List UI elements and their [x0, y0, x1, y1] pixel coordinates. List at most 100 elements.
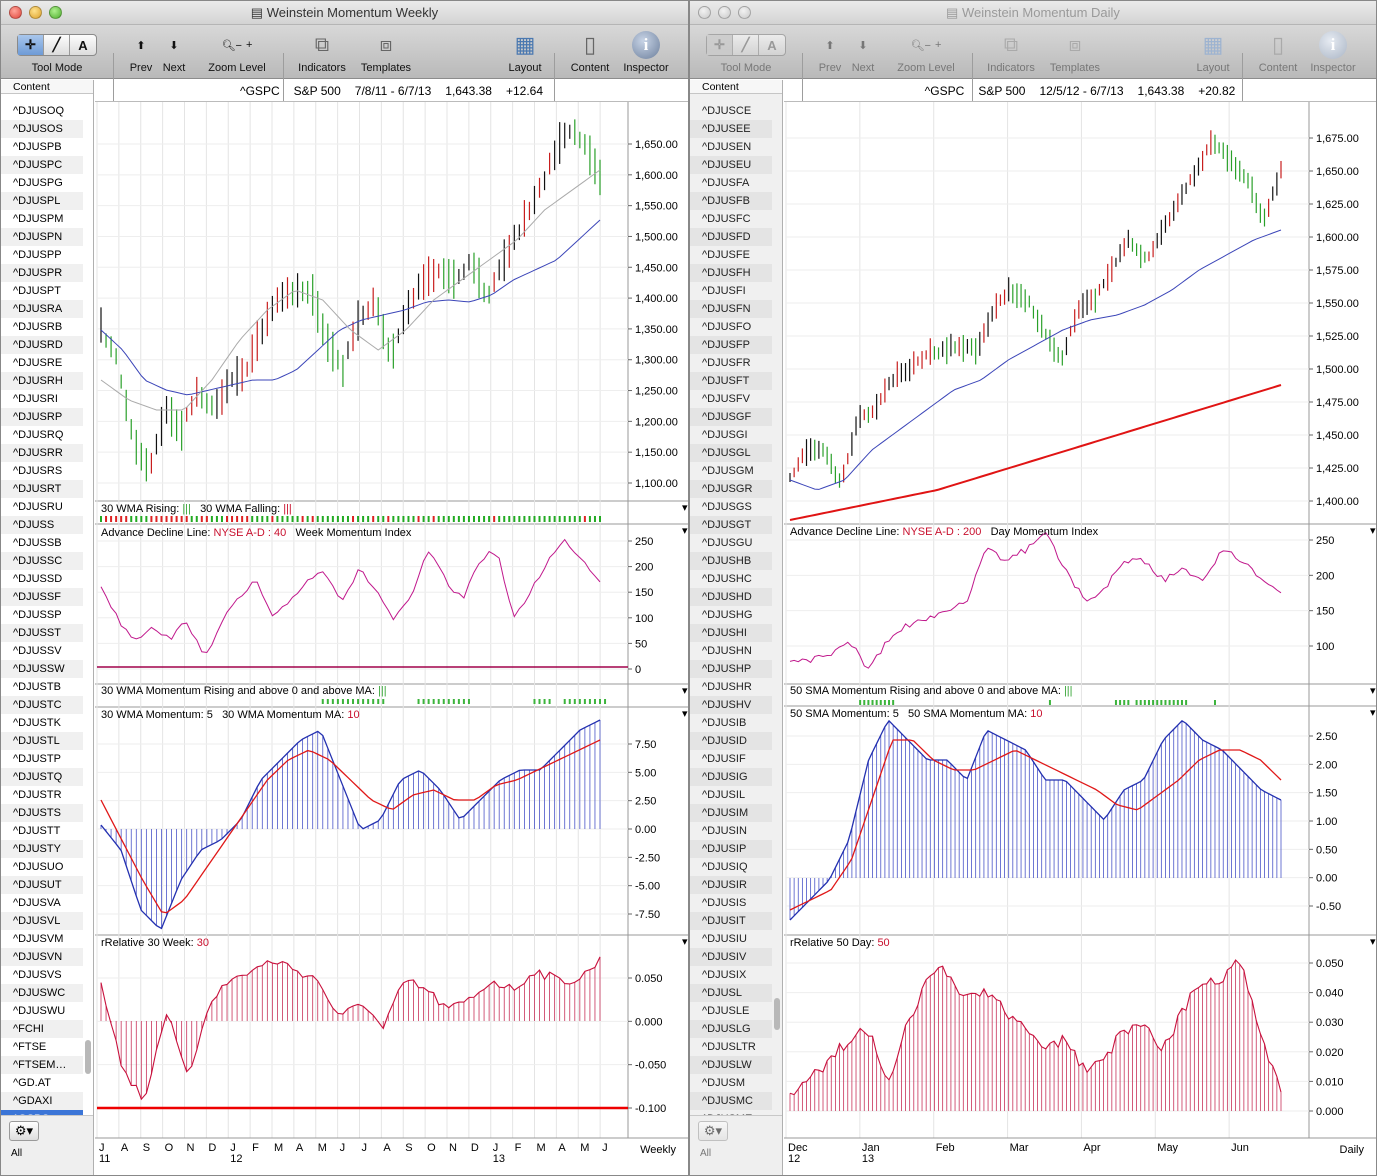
sidebar-item[interactable]: ^DJUSIB: [690, 714, 772, 732]
sidebar-scrollbar[interactable]: [774, 998, 780, 1030]
weekly-chart[interactable]: ^GSPC S&P 500 7/8/11 - 6/7/13 1,643.38 +…: [95, 80, 688, 1175]
close-button[interactable]: [9, 6, 22, 19]
inspector-button[interactable]: i Inspector: [619, 28, 673, 75]
sidebar-item[interactable]: ^DJUSID: [690, 732, 772, 750]
sidebar-item[interactable]: ^DJUSPR: [1, 264, 83, 282]
sidebar-item[interactable]: ^DJUSPP: [1, 246, 83, 264]
sidebar-item[interactable]: ^DJUSVN: [1, 948, 83, 966]
sidebar-item[interactable]: ^DJUSTY: [1, 840, 83, 858]
sidebar-item[interactable]: ^DJUSPG: [1, 174, 83, 192]
sidebar-item[interactable]: ^DJUSTL: [1, 732, 83, 750]
sidebar-item[interactable]: ^DJUSPT: [1, 282, 83, 300]
sidebar-item[interactable]: ^DJUSFT: [690, 372, 772, 390]
sidebar-item[interactable]: ^DJUSLE: [690, 1002, 772, 1020]
sidebar-item[interactable]: ^DJUSIU: [690, 930, 772, 948]
period-label[interactable]: Weekly: [640, 1144, 676, 1156]
sidebar-item[interactable]: ^DJUSFD: [690, 228, 772, 246]
sidebar-item[interactable]: ^DJUSIG: [690, 768, 772, 786]
templates-button[interactable]: ⧈ Templates: [1046, 28, 1104, 75]
sidebar-item[interactable]: ^DJUSIX: [690, 966, 772, 984]
sidebar-item[interactable]: ^DJUSHV: [690, 696, 772, 714]
zoom-level-control[interactable]: 🔍︎− + Zoom Level: [204, 28, 270, 75]
sidebar-item[interactable]: ^DJUSFO: [690, 318, 772, 336]
sidebar-item[interactable]: ^DJUSFC: [690, 210, 772, 228]
sidebar-item[interactable]: ^DJUSGT: [690, 516, 772, 534]
sidebar-item[interactable]: ^DJUSVA: [1, 894, 83, 912]
sidebar-item[interactable]: ^DJUSGF: [690, 408, 772, 426]
sidebar-item[interactable]: ^DJUSGS: [690, 498, 772, 516]
sidebar-item[interactable]: ^DJUSHP: [690, 660, 772, 678]
sidebar-item[interactable]: ^DJUSHI: [690, 624, 772, 642]
content-button[interactable]: ▯ Content: [1255, 28, 1301, 75]
sidebar-item[interactable]: ^DJUSHC: [690, 570, 772, 588]
sidebar-item[interactable]: ^DJUSIS: [690, 894, 772, 912]
sidebar-item[interactable]: ^DJUSTS: [1, 804, 83, 822]
sidebar-item[interactable]: ^DJUSLW: [690, 1056, 772, 1074]
sidebar-item[interactable]: ^DJUSTQ: [1, 768, 83, 786]
sidebar-item[interactable]: ^DJUSS: [1, 516, 83, 534]
sidebar-item[interactable]: ^DJUSHG: [690, 606, 772, 624]
sidebar-item[interactable]: ^FTSE: [1, 1038, 83, 1056]
layout-button[interactable]: ▦ Layout: [504, 28, 546, 75]
sidebar-item[interactable]: ^DJUSFP: [690, 336, 772, 354]
crosshair-icon[interactable]: ✛: [707, 35, 733, 55]
sidebar-item[interactable]: ^DJUSLTR: [690, 1038, 772, 1056]
sidebar-item[interactable]: ^DJUSLG: [690, 1020, 772, 1038]
window-titlebar[interactable]: ▤ Weinstein Momentum Weekly: [1, 1, 688, 25]
sidebar-item[interactable]: ^DJUSCE: [690, 102, 772, 120]
sidebar-item[interactable]: ^DJUSSD: [1, 570, 83, 588]
sidebar-item[interactable]: ^DJUSGR: [690, 480, 772, 498]
templates-button[interactable]: ⧈ Templates: [357, 28, 415, 75]
sidebar-item[interactable]: ^DJUSSP: [1, 606, 83, 624]
sidebar-item[interactable]: ^DJUSFH: [690, 264, 772, 282]
crosshair-icon[interactable]: ✛: [18, 35, 44, 55]
inspector-button[interactable]: i Inspector: [1306, 28, 1360, 75]
indicators-button[interactable]: ⧉ Indicators: [982, 28, 1040, 75]
sidebar-item[interactable]: ^DJUSUO: [1, 858, 83, 876]
sidebar-item[interactable]: ^DJUSFA: [690, 174, 772, 192]
sidebar-item[interactable]: ^DJUSEE: [690, 120, 772, 138]
sidebar-item[interactable]: ^DJUSOQ: [1, 102, 83, 120]
sidebar-item[interactable]: ^DJUSFV: [690, 390, 772, 408]
prev-button[interactable]: ⬆ Prev: [816, 28, 844, 75]
sidebar-item[interactable]: ^DJUSPM: [1, 210, 83, 228]
sidebar-item[interactable]: ^DJUSTB: [1, 678, 83, 696]
sidebar-item[interactable]: ^DJUSGU: [690, 534, 772, 552]
sidebar-item[interactable]: ^DJUSRE: [1, 354, 83, 372]
sidebar-item[interactable]: ^DJUSRA: [1, 300, 83, 318]
sidebar-item[interactable]: ^DJUSPN: [1, 228, 83, 246]
tool-mode-control[interactable]: ✛ ╱ A Tool Mode: [15, 28, 99, 75]
sidebar-item[interactable]: ^DJUSTT: [1, 822, 83, 840]
sidebar-item[interactable]: ^DJUSTP: [1, 750, 83, 768]
sidebar-item[interactable]: ^DJUSRU: [1, 498, 83, 516]
indicators-button[interactable]: ⧉ Indicators: [293, 28, 351, 75]
sidebar-item[interactable]: ^DJUSHR: [690, 678, 772, 696]
sidebar-item[interactable]: ^DJUSRB: [1, 318, 83, 336]
text-tool-icon[interactable]: A: [70, 35, 96, 55]
zoom-out-icon[interactable]: 🔍︎−: [222, 39, 242, 52]
sidebar-item[interactable]: ^DJUSFI: [690, 282, 772, 300]
sidebar-item[interactable]: ^DJUSSC: [1, 552, 83, 570]
sidebar-item[interactable]: ^DJUSHB: [690, 552, 772, 570]
sidebar-item[interactable]: ^DJUSIL: [690, 786, 772, 804]
line-tool-icon[interactable]: ╱: [733, 35, 759, 55]
gear-icon[interactable]: ⚙▾: [9, 1121, 39, 1141]
sidebar-scrollbar[interactable]: [85, 1040, 91, 1074]
sidebar-item[interactable]: ^DJUSHN: [690, 642, 772, 660]
sidebar-item[interactable]: ^DJUSM: [690, 1074, 772, 1092]
sidebar-item[interactable]: ^DJUSRS: [1, 462, 83, 480]
sidebar-item[interactable]: ^DJUSIF: [690, 750, 772, 768]
sidebar-item[interactable]: ^DJUSPB: [1, 138, 83, 156]
sidebar-item[interactable]: ^DJUSIN: [690, 822, 772, 840]
sidebar-item[interactable]: ^DJUSIQ: [690, 858, 772, 876]
period-label[interactable]: Daily: [1340, 1144, 1364, 1156]
sidebar-item[interactable]: ^DJUSOS: [1, 120, 83, 138]
sidebar-item[interactable]: ^DJUSL: [690, 984, 772, 1002]
sidebar-item[interactable]: ^DJUSPC: [1, 156, 83, 174]
sidebar-item[interactable]: ^DJUSFE: [690, 246, 772, 264]
sidebar-item[interactable]: ^DJUSTK: [1, 714, 83, 732]
zoom-button[interactable]: [49, 6, 62, 19]
sidebar-item[interactable]: ^DJUSEN: [690, 138, 772, 156]
sidebar-item[interactable]: ^DJUSTC: [1, 696, 83, 714]
text-tool-icon[interactable]: A: [759, 35, 785, 55]
